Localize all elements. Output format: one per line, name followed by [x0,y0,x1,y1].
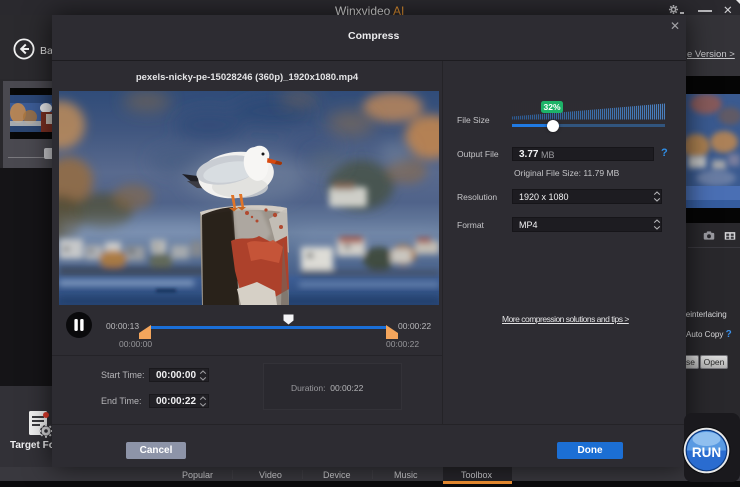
svg-text:RUN: RUN [692,445,721,460]
